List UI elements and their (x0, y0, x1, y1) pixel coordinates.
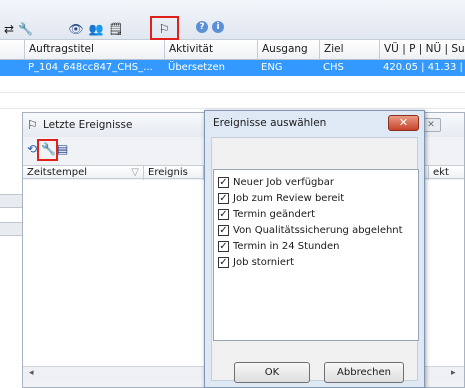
grid-divider (0, 92, 465, 93)
events-window-icon: ⚐ (27, 118, 38, 132)
note-icon[interactable]: 🗒 (108, 20, 124, 38)
checkbox[interactable]: ✓ (218, 209, 229, 220)
main-toolbar: ⇄ 🔧 👁 👥 🗒 ⚐ ? i (0, 0, 465, 40)
column-header-stats[interactable]: VÜ | P | NÜ | Su (379, 40, 465, 60)
scroll-right-icon[interactable]: ▸ (451, 368, 456, 378)
settings-button-highlight (37, 139, 58, 161)
option-label: Termin geändert (233, 209, 316, 220)
checkbox[interactable]: ✓ (218, 241, 229, 252)
checkbox[interactable]: ✓ (218, 225, 229, 236)
ok-button[interactable]: OK (234, 362, 310, 383)
option-label: Neuer Job verfügbar (233, 177, 334, 188)
option-label: Job storniert (233, 257, 295, 268)
column-header-source[interactable]: Ausgang (257, 40, 319, 60)
jobs-grid: Auftragstitel Aktivität Ausgang Ziel VÜ … (0, 40, 465, 110)
cell-stats: 420.05 | 41.33 | (383, 62, 463, 73)
dialog-title: Ereignisse auswählen (213, 117, 327, 129)
cell-activity: Übersetzen (168, 62, 225, 73)
events-window-title: Letzte Ereignisse (43, 119, 133, 131)
events-button-highlight (150, 16, 179, 40)
column-header-label: Zeitstempel (27, 167, 88, 178)
wrench-icon[interactable]: 🔧 (18, 20, 33, 38)
info-icon[interactable]: i (212, 21, 224, 33)
cell-source: ENG (261, 62, 283, 73)
option-label: Job zum Review bereit (233, 193, 345, 204)
left-panel-edge (0, 194, 22, 208)
event-options-list: ✓ Neuer Job verfügbar ✓ Job zum Review b… (213, 169, 419, 341)
grid-divider (0, 108, 465, 109)
column-header-event[interactable]: Ereignis (144, 166, 204, 180)
checkbox[interactable]: ✓ (218, 257, 229, 268)
option-label: Von Qualitätssicherung abgelehnt (233, 225, 403, 236)
cell-title: P_104_648cc847_CHS_... (28, 62, 153, 73)
checkbox[interactable]: ✓ (218, 193, 229, 204)
column-header-object[interactable]: ekt (428, 166, 464, 180)
help-icon[interactable]: ? (196, 21, 208, 33)
grid-header: Auftragstitel Aktivität Ausgang Ziel VÜ … (0, 40, 465, 60)
cancel-button[interactable]: Abbrechen (324, 362, 404, 383)
option-label: Termin in 24 Stunden (233, 241, 340, 252)
users-icon[interactable]: 👥 (88, 20, 104, 38)
cell-target: CHS (323, 62, 344, 73)
scroll-left-icon[interactable]: ◂ (29, 368, 34, 378)
column-header-timestamp[interactable]: Zeitstempel ▽ (23, 166, 144, 180)
column-header-activity[interactable]: Aktivität (164, 40, 257, 60)
left-panel-edge (0, 222, 22, 236)
table-row[interactable]: P_104_648cc847_CHS_... Übersetzen ENG CH… (0, 60, 465, 76)
select-events-dialog: Ereignisse auswählen ✕ OK Abbrechen ✓ Ne… (204, 110, 425, 388)
column-header-title[interactable]: Auftragstitel (24, 40, 164, 60)
export-icon[interactable]: ▤ (57, 142, 68, 156)
eye-icon[interactable]: 👁 (68, 20, 84, 38)
filter-icon[interactable]: ▽ (131, 166, 139, 179)
checkbox[interactable]: ✓ (218, 177, 229, 188)
refresh-icon[interactable]: ⟲ (27, 142, 37, 156)
column-header-target[interactable]: Ziel (319, 40, 379, 60)
close-icon[interactable]: ✕ (388, 115, 419, 131)
swap-icon[interactable]: ⇄ (2, 20, 16, 38)
